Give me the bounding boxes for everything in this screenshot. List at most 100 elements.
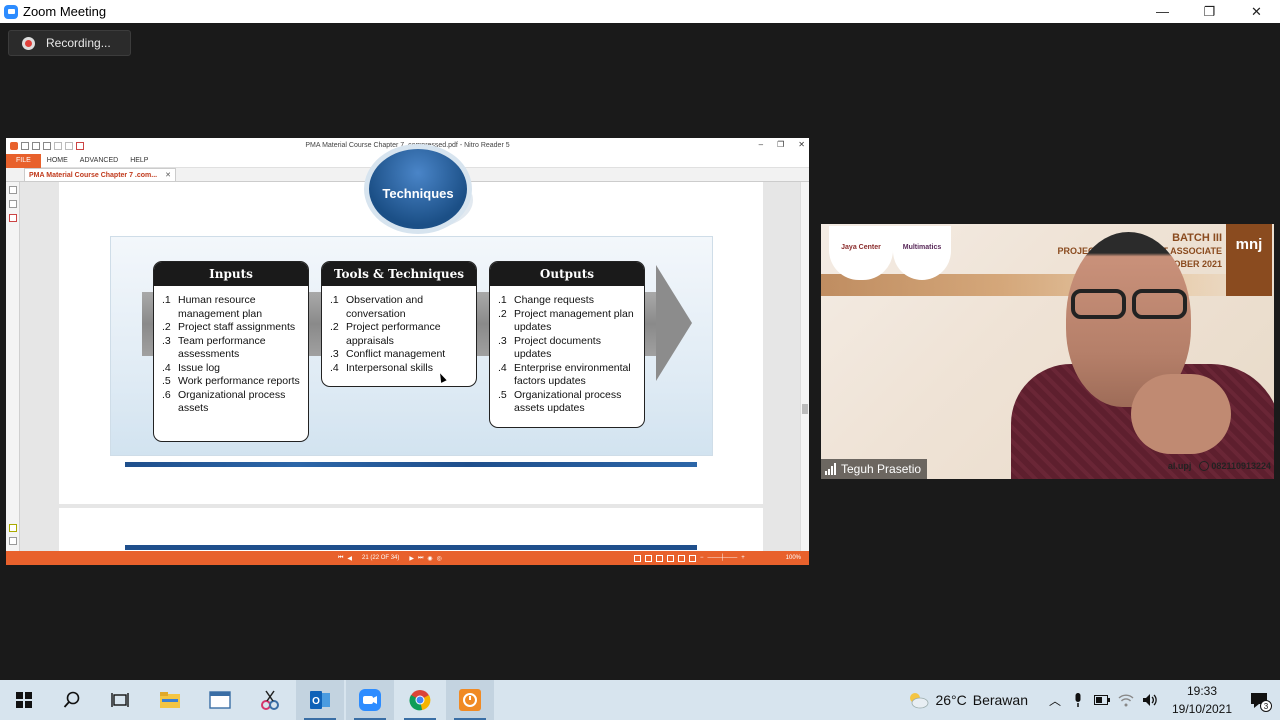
notification-count-badge: 3 <box>1260 700 1272 712</box>
signatures-panel-icon[interactable] <box>9 537 17 545</box>
contact-info: al.upj 082110913224 <box>1168 461 1271 471</box>
wifi-icon[interactable] <box>1114 693 1138 707</box>
app-window-icon[interactable] <box>196 680 244 720</box>
signal-strength-icon <box>825 463 836 475</box>
window-controls: — ❐ ✕ <box>1139 0 1280 23</box>
zoom-slider[interactable]: ───┼─── <box>708 555 738 562</box>
window-title: Zoom Meeting <box>23 4 107 19</box>
scrollbar-thumb[interactable] <box>802 404 808 414</box>
techniques-circle: Techniques <box>364 144 472 234</box>
chrome-icon[interactable] <box>396 680 444 720</box>
fit-page-icon[interactable] <box>678 554 685 562</box>
snipping-tool-icon[interactable] <box>246 680 294 720</box>
list-item: .2 Project staff assignments <box>162 321 296 333</box>
view-mode-buttons: − ───┼─── + <box>634 554 745 562</box>
outputs-box: Outputs .1 Change requests .2 Project mana… <box>489 261 645 428</box>
single-page-icon[interactable] <box>634 554 641 562</box>
inputs-title: Inputs <box>154 262 308 286</box>
record-icon <box>22 36 35 50</box>
list-item: .4 Interpersonal skills <box>330 361 433 374</box>
process-arrow-head <box>656 265 692 381</box>
document-tab-close-icon[interactable]: ✕ <box>165 171 171 179</box>
reader-restore-button[interactable]: ❐ <box>777 140 784 149</box>
pages-panel-icon[interactable] <box>9 186 17 194</box>
forward-view-icon[interactable]: ◎ <box>437 555 442 562</box>
zoom-in-icon[interactable]: + <box>741 555 745 562</box>
page-indicator[interactable]: 21 (22 OF 34) <box>362 555 399 561</box>
zoom-taskbar-icon[interactable] <box>346 680 394 720</box>
minimize-button[interactable]: — <box>1139 0 1186 23</box>
bookmarks-panel-icon[interactable] <box>9 200 17 208</box>
social-handle: al.upj <box>1167 461 1192 471</box>
list-item: .2 Project performance appraisals <box>330 321 441 347</box>
mnj-logo: mnj <box>1226 224 1272 296</box>
list-item: .1 Observation and conversation <box>330 294 424 320</box>
jaya-center-logo: Jaya Center <box>829 226 893 280</box>
facing-icon[interactable] <box>656 554 663 562</box>
menu-advanced[interactable]: ADVANCED <box>74 157 124 164</box>
continuous-icon[interactable] <box>645 554 652 562</box>
notifications-icon[interactable]: 3 <box>1238 692 1280 712</box>
tools-techniques-title: Tools & Techniques <box>322 262 476 286</box>
restore-button[interactable]: ❐ <box>1186 0 1233 23</box>
weather-widget[interactable]: 26°C Berawan <box>907 691 1028 709</box>
clock-date: 19/10/2021 <box>1171 702 1233 716</box>
pdf-page: Techniques Inputs .1 Human resource manag… <box>59 144 763 504</box>
attachments-panel-icon[interactable] <box>9 214 17 222</box>
back-view-icon[interactable]: ◉ <box>427 555 432 562</box>
reader-window-controls: – ❐ ✕ <box>759 140 805 149</box>
reader-close-button[interactable]: ✕ <box>798 140 805 149</box>
tools-list: .1 Observation and conversation .2 Project… <box>322 286 476 375</box>
system-tray: 26°C Berawan ︿ 19:33 19/10/2021 3 <box>907 680 1280 720</box>
volume-icon[interactable] <box>1138 693 1162 707</box>
phone-contact: 082110913224 <box>1199 461 1271 471</box>
person-hand <box>1131 374 1231 454</box>
task-view-icon[interactable] <box>96 680 144 720</box>
participant-person <box>916 224 1274 479</box>
outlook-icon[interactable]: O <box>296 680 344 720</box>
weather-condition: Berawan <box>972 692 1028 708</box>
list-item: .4 Enterprise environmental factors updat… <box>498 361 631 388</box>
svg-text:O: O <box>312 696 320 707</box>
search-icon[interactable] <box>48 680 96 720</box>
taskbar-clock[interactable]: 19:33 19/10/2021 <box>1166 682 1238 718</box>
reader-scrollbar[interactable] <box>800 182 809 551</box>
zoom-out-icon[interactable]: − <box>700 555 704 562</box>
reader-side-panel <box>6 182 20 551</box>
weather-temp: 26°C <box>935 692 967 708</box>
list-item: .5 Work performance reports <box>162 375 300 387</box>
list-item: .3 Team performance assessments <box>162 334 266 361</box>
last-page-icon[interactable]: ⏭ <box>418 555 423 562</box>
fit-width-icon[interactable] <box>689 554 696 562</box>
next-page-icon[interactable]: ▶ <box>409 555 414 562</box>
participant-video[interactable]: Jaya Center Multimatics BATCH III PROJEC… <box>821 224 1274 479</box>
menu-help[interactable]: HELP <box>124 157 154 164</box>
close-button[interactable]: ✕ <box>1233 0 1280 23</box>
menu-home[interactable]: HOME <box>41 157 74 164</box>
previous-page-icon[interactable]: ◀ <box>347 555 352 562</box>
zoom-logo-icon <box>4 4 18 19</box>
comments-panel-icon[interactable] <box>9 524 17 532</box>
app-clock-icon[interactable] <box>446 680 494 720</box>
file-explorer-icon[interactable] <box>146 680 194 720</box>
outputs-list: .1 Change requests .2 Project management p… <box>490 286 644 416</box>
battery-icon[interactable] <box>1090 695 1114 705</box>
document-tab-label: PMA Material Course Chapter 7 .com... <box>29 171 158 179</box>
outputs-title: Outputs <box>490 262 644 286</box>
list-item: .4 Issue log <box>162 361 221 374</box>
recording-indicator[interactable]: Recording... <box>8 30 131 56</box>
tools-techniques-box: Tools & Techniques .1 Observation and con… <box>321 261 477 387</box>
partly-cloudy-icon <box>910 693 929 709</box>
chevron-up-icon[interactable]: ︿ <box>1044 692 1066 709</box>
list-item: .3 Conflict management <box>330 348 446 360</box>
document-tab[interactable]: PMA Material Course Chapter 7 .com... ✕ <box>24 168 176 181</box>
first-page-icon[interactable]: ⏮ <box>338 555 343 562</box>
facing-continuous-icon[interactable] <box>667 554 674 562</box>
reader-minimize-button[interactable]: – <box>759 140 763 149</box>
zoom-level[interactable]: 100% <box>786 555 801 561</box>
microphone-icon[interactable] <box>1066 693 1090 707</box>
menu-file[interactable]: FILE <box>6 153 41 168</box>
reader-status-bar: ⏮ ◀ 21 (22 OF 34) ▶ ⏭ ◉ ◎ − ───┼─── + 10… <box>6 551 809 565</box>
start-button[interactable] <box>0 680 48 720</box>
participant-name: Teguh Prasetio <box>841 462 922 476</box>
